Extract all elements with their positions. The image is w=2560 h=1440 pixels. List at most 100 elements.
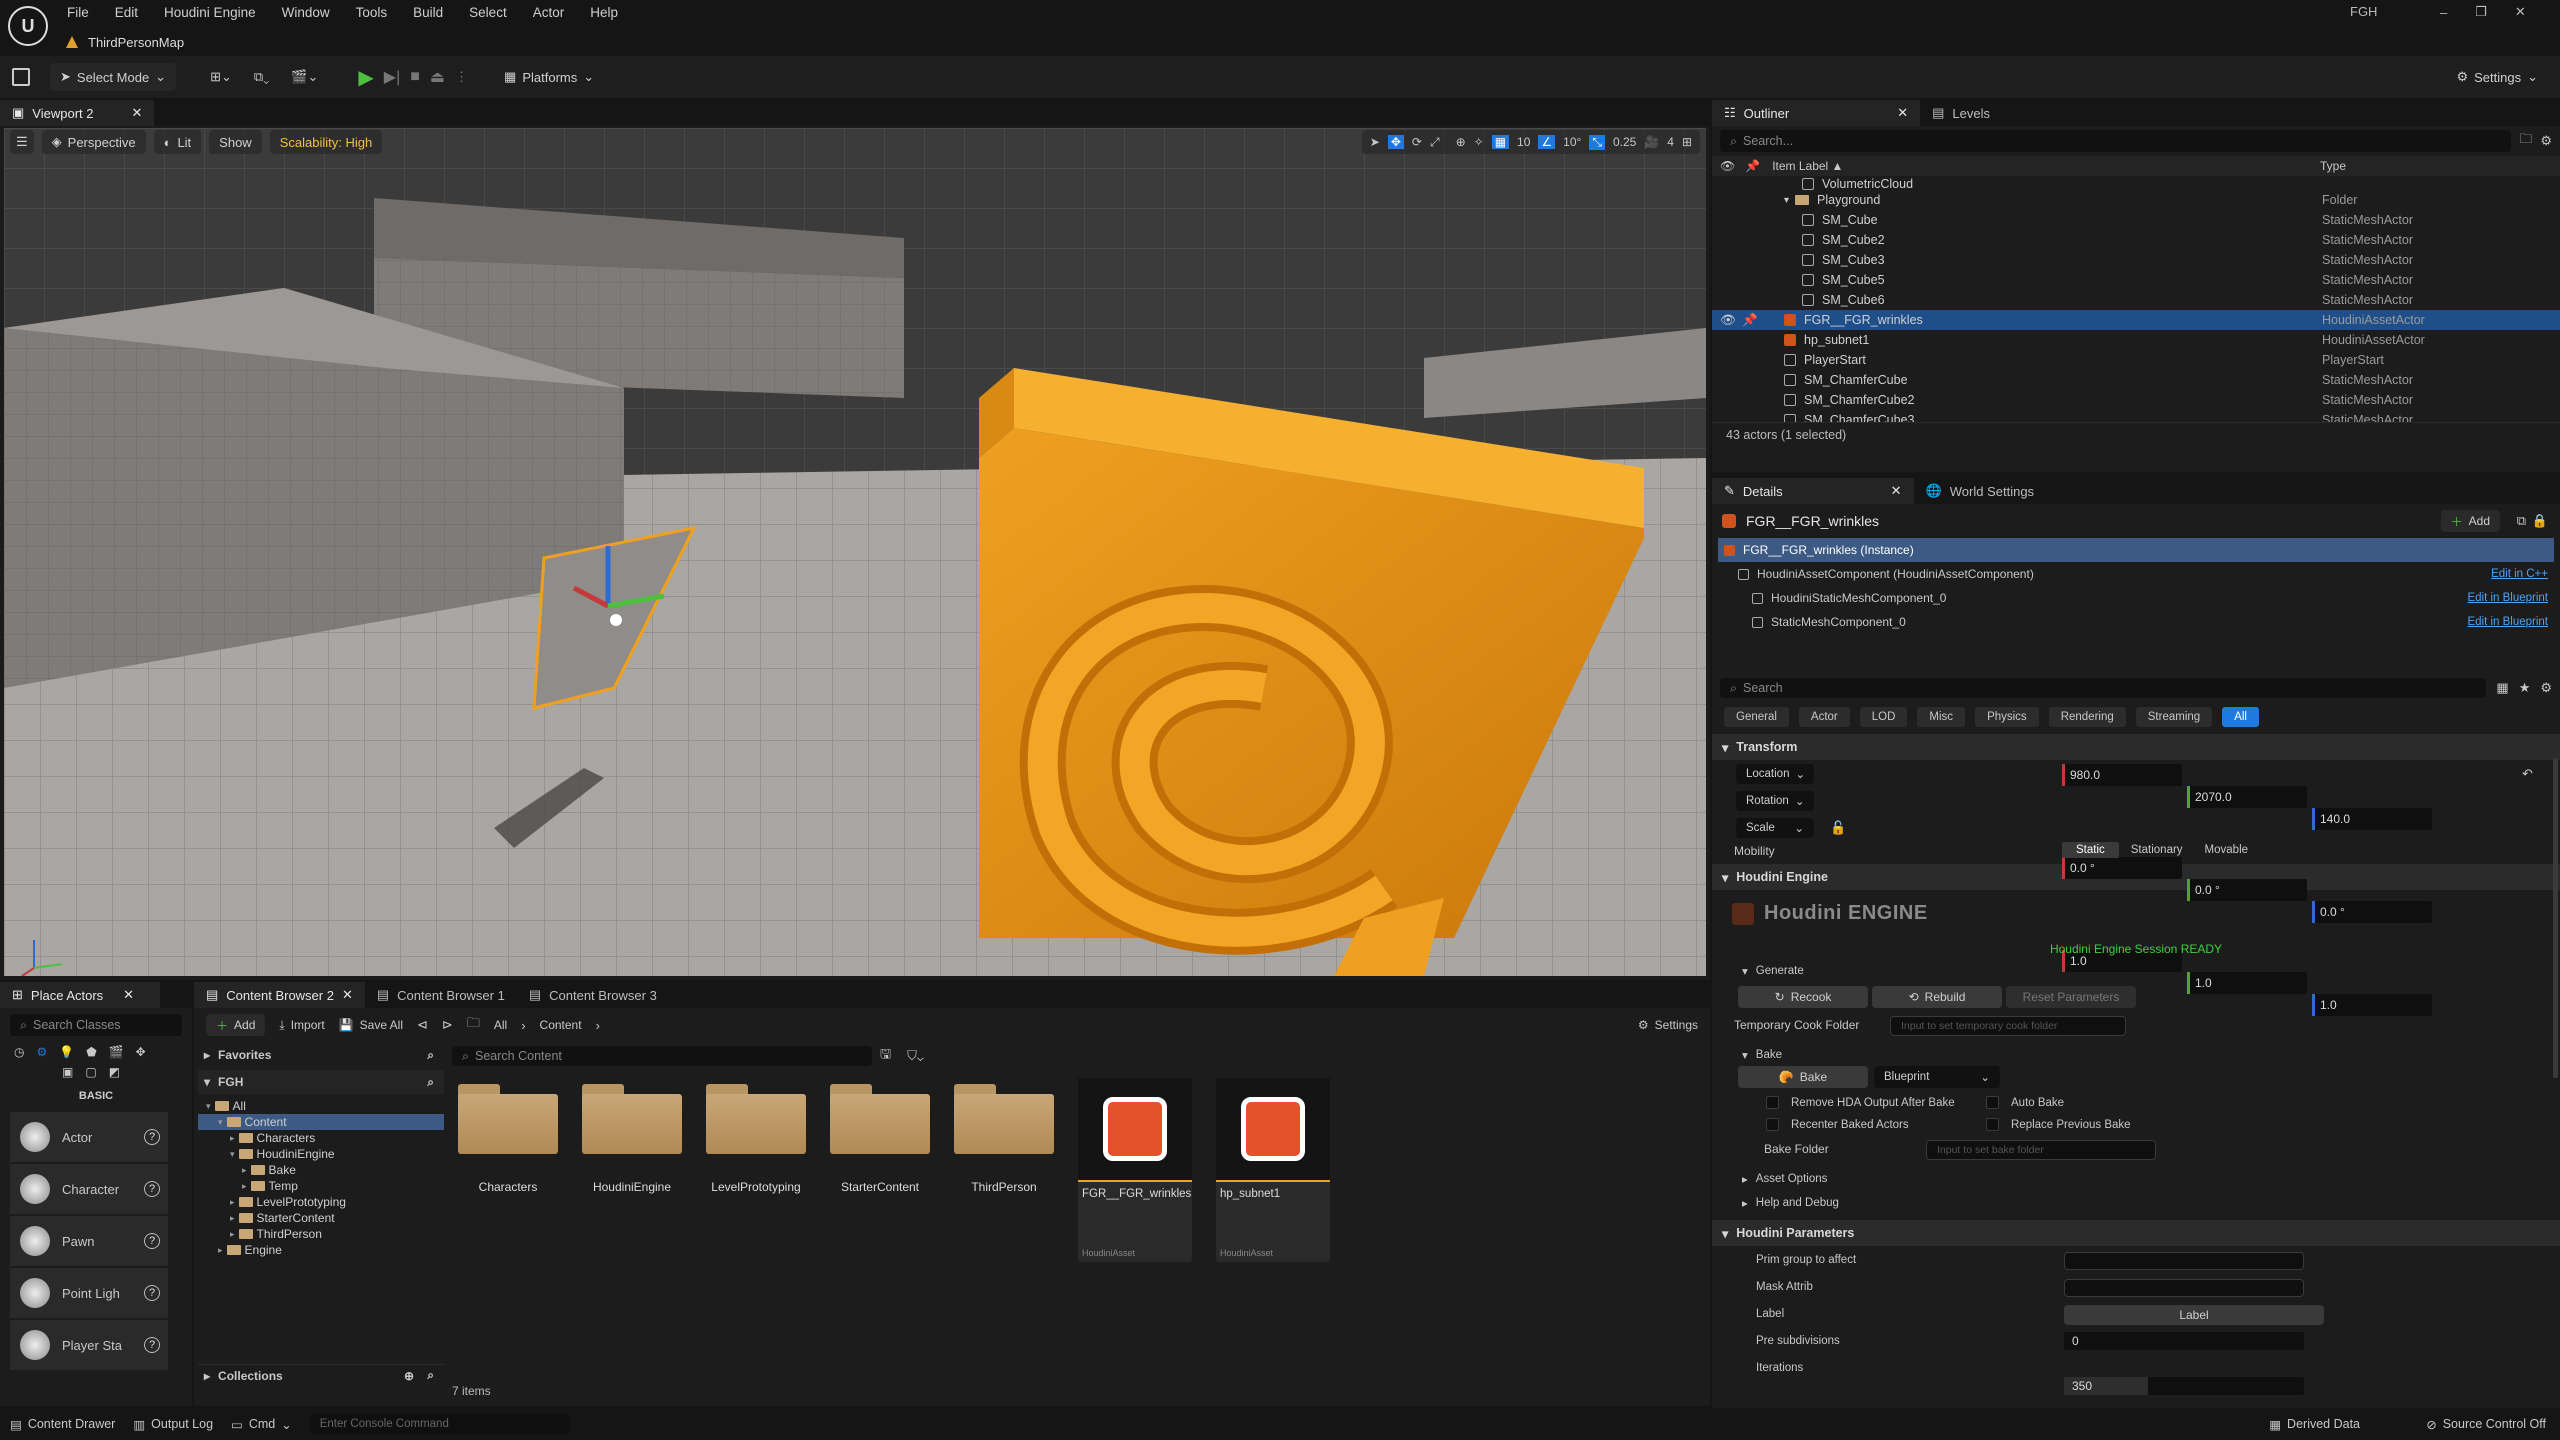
- category-tab-physics[interactable]: Physics: [1975, 707, 2039, 727]
- folder-tree-item[interactable]: ▾ Content: [198, 1114, 444, 1130]
- help-debug-header[interactable]: ▸ Help and Debug: [1742, 1196, 1839, 1210]
- history-back-icon[interactable]: ⊲: [417, 1017, 428, 1033]
- breadcrumb-content[interactable]: Content: [540, 1018, 582, 1032]
- rotation-x-field[interactable]: 0.0 °: [2062, 857, 2182, 879]
- replace-previous-checkbox-box[interactable]: [1986, 1118, 1999, 1131]
- select-mode-button[interactable]: ➤ Select Mode ⌄: [50, 63, 177, 91]
- lit-button[interactable]: ◐ Lit: [153, 130, 202, 154]
- menu-item-file[interactable]: File: [54, 5, 102, 20]
- close-tab-icon[interactable]: ✕: [131, 105, 142, 121]
- category-tab-actor[interactable]: Actor: [1798, 707, 1850, 727]
- filter-icon[interactable]: ⛉⌄: [907, 1048, 924, 1064]
- scale-tool-icon[interactable]: ⤢: [1430, 135, 1440, 150]
- bake-button[interactable]: 🥐 Bake: [1738, 1066, 1868, 1088]
- folder-tile[interactable]: Characters: [458, 1084, 558, 1194]
- platforms-button[interactable]: ▦ Platforms ⌄: [494, 63, 604, 91]
- outliner-row[interactable]: SM_ChamferCube3 StaticMeshActor: [1712, 410, 2560, 422]
- category-tab-streaming[interactable]: Streaming: [2135, 707, 2213, 727]
- select-tool-icon[interactable]: ➤: [1370, 135, 1380, 149]
- cmd-dropdown[interactable]: ▭ Cmd ⌄: [231, 1417, 292, 1432]
- outliner-row[interactable]: VolumetricCloud: [1712, 178, 2560, 190]
- camera-speed-value[interactable]: 4: [1667, 135, 1674, 149]
- add-actor-icon[interactable]: ⊞⌄: [210, 69, 232, 85]
- menu-item-build[interactable]: Build: [400, 5, 456, 20]
- outliner-row[interactable]: PlayerStart PlayerStart: [1712, 350, 2560, 370]
- world-space-icon[interactable]: ⊕: [1456, 135, 1466, 149]
- chevron-icon[interactable]: ▸: [230, 1133, 235, 1144]
- close-tab-icon[interactable]: ✕: [1891, 483, 1902, 499]
- gear-icon[interactable]: ⚙: [2540, 133, 2552, 149]
- reset-location-icon[interactable]: ↶: [2522, 766, 2533, 782]
- folder-tree-item[interactable]: ▸ Characters: [198, 1130, 444, 1146]
- shapes-icon[interactable]: ⬟: [86, 1045, 96, 1059]
- settings-button[interactable]: ⚙ Settings ⌄: [2446, 63, 2548, 91]
- favorites-header[interactable]: ▸ Favorites ⌕: [198, 1044, 444, 1066]
- outliner-row[interactable]: 👁 📌 FGR__FGR_wrinkles HoudiniAssetActor: [1712, 310, 2560, 330]
- remove-hda-checkbox-box[interactable]: [1766, 1096, 1779, 1109]
- tab-world-settings[interactable]: 🌐 World Settings: [1914, 478, 2046, 504]
- maximize-viewport-icon[interactable]: ⊞: [1682, 135, 1692, 149]
- place-actor-item[interactable]: Point Ligh?: [10, 1268, 168, 1318]
- pin-icon[interactable]: 📌: [1742, 313, 1758, 328]
- maximize-icon[interactable]: ❐: [2475, 4, 2487, 20]
- chevron-down-icon[interactable]: ▾: [1784, 195, 1789, 206]
- place-actor-item[interactable]: Pawn?: [10, 1216, 168, 1266]
- folder-tree-item[interactable]: ▾ HoudiniEngine: [198, 1146, 444, 1162]
- menu-item-window[interactable]: Window: [269, 5, 343, 20]
- outliner-row[interactable]: SM_Cube3 StaticMeshActor: [1712, 250, 2560, 270]
- grid-view-icon[interactable]: ▦: [2496, 680, 2508, 696]
- tab-content-browser-1[interactable]: ▤ Content Browser 2 ✕: [194, 982, 365, 1008]
- perspective-button[interactable]: ◈ Perspective: [41, 130, 146, 154]
- tab-viewport-2[interactable]: ▣ Viewport 2 ✕: [0, 100, 155, 126]
- scale-lock-icon[interactable]: 🔓: [1830, 820, 1846, 836]
- mask-attrib-input[interactable]: [2064, 1279, 2304, 1297]
- mobility-static-option[interactable]: Static: [2062, 842, 2119, 858]
- folder-icon[interactable]: 🗀: [467, 1014, 480, 1036]
- folder-tile[interactable]: StarterContent: [830, 1084, 930, 1194]
- prim-group-input[interactable]: [2064, 1252, 2304, 1270]
- outliner-row[interactable]: SM_Cube2 StaticMeshActor: [1712, 230, 2560, 250]
- outliner-row[interactable]: SM_ChamferCube StaticMeshActor: [1712, 370, 2560, 390]
- cinematics-icon[interactable]: 🎬⌄: [291, 69, 318, 85]
- surface-snap-icon[interactable]: ✧: [1474, 135, 1484, 149]
- details-search-input[interactable]: ⌕ Search: [1720, 678, 2487, 698]
- location-x-field[interactable]: 980.0: [2062, 764, 2182, 786]
- mobility-movable-option[interactable]: Movable: [2195, 842, 2258, 858]
- rotation-snap-value[interactable]: 10°: [1563, 135, 1581, 149]
- auto-bake-checkbox-box[interactable]: [1986, 1096, 1999, 1109]
- volumes-icon[interactable]: ▣: [62, 1065, 73, 1079]
- help-icon[interactable]: ?: [144, 1129, 160, 1145]
- blueprint-toggle-icon[interactable]: ⧉: [2517, 513, 2526, 529]
- collections-header[interactable]: ▸ Collections ⊕ ⌕: [198, 1364, 444, 1386]
- pre-subdivisions-input[interactable]: 0: [2064, 1332, 2304, 1350]
- menu-item-select[interactable]: Select: [456, 5, 520, 20]
- chevron-icon[interactable]: ▸: [242, 1165, 247, 1176]
- temp-cook-folder-input[interactable]: Input to set temporary cook folder: [1890, 1016, 2126, 1036]
- menu-item-houdini-engine[interactable]: Houdini Engine: [151, 5, 269, 20]
- recenter-checkbox-box[interactable]: [1766, 1118, 1779, 1131]
- search-icon[interactable]: ⌕: [427, 1368, 434, 1383]
- viewport-menu-button[interactable]: ☰: [10, 130, 34, 154]
- close-tab-icon[interactable]: ✕: [342, 987, 353, 1003]
- bake-section-header[interactable]: ▾ Bake: [1742, 1048, 1782, 1062]
- folder-tile[interactable]: ThirdPerson: [954, 1084, 1054, 1194]
- outliner-row[interactable]: SM_Cube6 StaticMeshActor: [1712, 290, 2560, 310]
- project-header[interactable]: ▾ FGH ⌕: [198, 1070, 444, 1094]
- visibility-icon[interactable]: 👁: [1720, 313, 1736, 328]
- stop-icon[interactable]: ■: [410, 68, 420, 86]
- location-dropdown[interactable]: Location ⌄: [1736, 764, 1814, 784]
- cinematic-icon[interactable]: 🎬: [109, 1045, 124, 1059]
- outliner-row[interactable]: SM_ChamferCube2 StaticMeshActor: [1712, 390, 2560, 410]
- search-classes-input[interactable]: ⌕ Search Classes: [10, 1014, 182, 1036]
- search-icon[interactable]: ⌕: [427, 1075, 434, 1090]
- outliner-row[interactable]: SM_Cube StaticMeshActor: [1712, 210, 2560, 230]
- save-icon[interactable]: [12, 68, 30, 86]
- visibility-icon[interactable]: 👁: [1720, 159, 1735, 173]
- folder-tree-item[interactable]: ▸ Engine: [198, 1242, 444, 1258]
- transform-section-header[interactable]: ▾ Transform: [1712, 734, 2560, 760]
- grid-snap-value[interactable]: 10: [1517, 135, 1530, 149]
- component-row[interactable]: StaticMeshComponent_0 Edit in Blueprint: [1718, 610, 2554, 634]
- outliner-search-input[interactable]: ⌕ Search...: [1720, 130, 2512, 152]
- close-tab-icon[interactable]: ✕: [123, 987, 134, 1003]
- tab-levels[interactable]: ▤ Levels: [1920, 100, 2002, 126]
